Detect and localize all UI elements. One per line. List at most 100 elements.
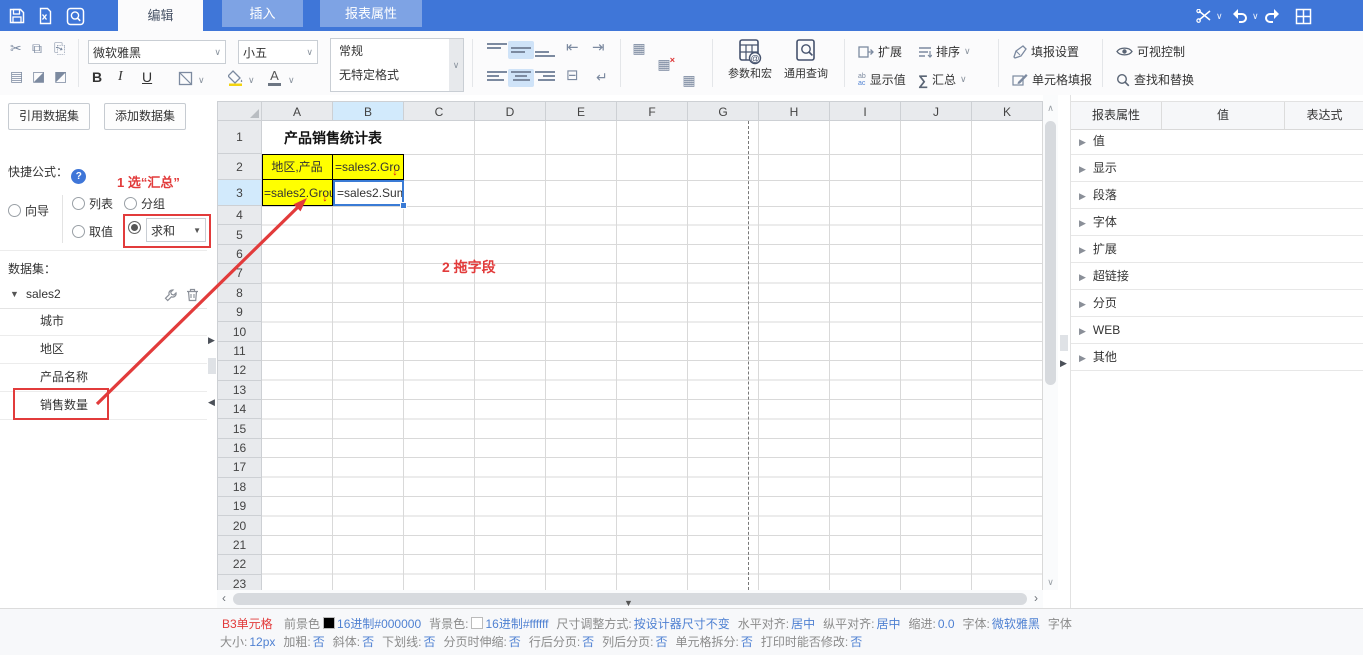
font-size-select[interactable]: 小五∨ (238, 40, 318, 64)
cell-A1-title[interactable]: 产品销售统计表 (262, 121, 404, 154)
save-button[interactable] (6, 5, 28, 27)
row-header-15[interactable]: 15 (217, 419, 262, 438)
row-header-22[interactable]: 22 (217, 555, 262, 574)
remove-row-icon[interactable]: ▦ (680, 72, 698, 88)
reference-dataset-button[interactable]: 引用数据集 (8, 103, 90, 130)
summary-button[interactable]: ∑ 汇总∨ (918, 71, 967, 88)
chevron-down-icon[interactable]: ∨ (288, 75, 295, 86)
add-dataset-button[interactable]: 添加数据集 (104, 103, 186, 130)
column-header-I[interactable]: I (830, 101, 901, 121)
tab-insert[interactable]: 插入 (222, 0, 303, 27)
vertical-scroll-thumb[interactable] (1045, 121, 1056, 385)
column-header-K[interactable]: K (972, 101, 1043, 121)
general-query-button[interactable]: 通用查询 (782, 39, 830, 81)
column-header-D[interactable]: D (475, 101, 546, 121)
export-excel-button[interactable] (34, 5, 56, 27)
cell-style-gallery[interactable]: 常规 无特定格式 ∨ (330, 38, 464, 92)
chevron-down-icon[interactable]: ∨ (1252, 11, 1259, 22)
cut-icon[interactable]: ✂ (10, 40, 22, 56)
visual-control-button[interactable]: 可视控制 (1116, 43, 1185, 60)
collapse-right-icon[interactable]: ▶ (208, 335, 215, 346)
column-header-A[interactable]: A (262, 101, 333, 121)
radio-summary[interactable] (128, 221, 145, 235)
paste-icon[interactable]: ⎘ (54, 40, 65, 56)
column-header-G[interactable]: G (688, 101, 759, 121)
column-header-F[interactable]: F (617, 101, 688, 121)
column-header-B[interactable]: B (333, 101, 404, 121)
cell-fill-button[interactable]: 单元格填报 (1012, 71, 1092, 88)
dataset-sales2-row[interactable]: ▼ sales2 (0, 282, 207, 309)
bold-button[interactable]: B (92, 69, 102, 85)
cell-B3-selected[interactable]: =sales2.Sum (333, 180, 404, 206)
column-header-H[interactable]: H (759, 101, 830, 121)
format-painter-icon[interactable]: ▤ (10, 68, 23, 84)
radio-value[interactable]: 取值 (72, 223, 113, 240)
property-section[interactable]: ▶其他 (1071, 344, 1363, 371)
font-name-select[interactable]: 微软雅黑∨ (88, 40, 226, 64)
gallery-scroll[interactable]: ∨ (449, 39, 463, 91)
undo-button[interactable] (1228, 5, 1250, 27)
fill-settings-button[interactable]: 填报设置 (1012, 43, 1079, 60)
valign-middle-button[interactable] (508, 41, 534, 59)
collapse-right-icon[interactable]: ▶ (1060, 358, 1067, 369)
row-header-11[interactable]: 11 (217, 342, 262, 361)
row-header-7[interactable]: 7 (217, 264, 262, 283)
property-section[interactable]: ▶超链接 (1071, 263, 1363, 290)
scroll-up-icon[interactable]: ∧ (1043, 101, 1058, 115)
left-splitter[interactable]: ▶ ◀ (207, 95, 217, 608)
switch-layout-button[interactable] (1292, 5, 1314, 27)
eraser-icon[interactable]: ◪ (32, 68, 45, 84)
column-header-C[interactable]: C (404, 101, 475, 121)
border-button[interactable] (178, 71, 193, 86)
italic-button[interactable]: I (118, 69, 123, 85)
halign-right-button[interactable] (532, 69, 558, 87)
selection-handle[interactable] (400, 202, 407, 209)
right-splitter[interactable]: ▶ (1058, 95, 1070, 608)
row-header-6[interactable]: 6 (217, 245, 262, 264)
property-section[interactable]: ▶分页 (1071, 290, 1363, 317)
scroll-right-icon[interactable]: › (1029, 590, 1043, 608)
row-header-17[interactable]: 17 (217, 458, 262, 477)
row-header-14[interactable]: 14 (217, 400, 262, 419)
property-section[interactable]: ▶段落 (1071, 182, 1363, 209)
dataset-field[interactable]: 地区 (0, 336, 207, 364)
halign-left-button[interactable] (484, 69, 510, 87)
sort-button[interactable]: 排序∨ (918, 43, 971, 60)
redo-button[interactable] (1262, 5, 1284, 27)
halign-center-button[interactable] (508, 69, 534, 87)
tab-edit[interactable]: 编辑 (118, 0, 203, 31)
column-header-E[interactable]: E (546, 101, 617, 121)
parameters-macros-button[interactable]: @ 参数和宏 (726, 39, 774, 81)
row-header-1[interactable]: 1 (217, 121, 262, 154)
dataset-field[interactable]: 产品名称 (0, 364, 207, 392)
property-section[interactable]: ▶值 (1071, 128, 1363, 155)
copy-icon[interactable]: ⧉ (32, 40, 42, 56)
wrap-text-icon[interactable]: ↵ (596, 69, 608, 85)
valign-bottom-button[interactable] (532, 41, 558, 59)
collapse-statusbar-icon[interactable]: ▼ (624, 598, 633, 608)
clear-format-icon[interactable]: ◩ (54, 68, 67, 84)
row-header-9[interactable]: 9 (217, 303, 262, 322)
row-header-12[interactable]: 12 (217, 361, 262, 380)
cell-grid[interactable]: 产品销售统计表 地区,产品 =sales2.Gro ↓ =sales2.Grou… (262, 121, 1043, 590)
font-color-button[interactable]: A (268, 69, 281, 86)
fill-color-button[interactable] (228, 69, 244, 86)
row-header-5[interactable]: 5 (217, 225, 262, 244)
chevron-down-icon[interactable]: ∨ (198, 75, 205, 86)
radio-group[interactable]: 分组 (124, 195, 165, 212)
cell-B2[interactable]: =sales2.Gro (333, 154, 404, 180)
cell-A3[interactable]: =sales2.Grou (262, 180, 333, 206)
wrench-icon[interactable] (164, 288, 178, 302)
merge-cells-icon[interactable]: ⊟ (566, 68, 579, 84)
row-header-21[interactable]: 21 (217, 536, 262, 555)
vertical-scrollbar[interactable]: ∧ ∨ (1043, 95, 1058, 590)
expand-button[interactable]: 扩展 (858, 43, 902, 60)
row-header-3[interactable]: 3 (217, 180, 262, 206)
select-all-corner[interactable] (217, 101, 262, 121)
trash-icon[interactable] (186, 288, 199, 302)
row-header-19[interactable]: 19 (217, 497, 262, 516)
splitter-handle[interactable] (1060, 335, 1068, 351)
collapse-left-icon[interactable]: ◀ (208, 397, 215, 408)
help-icon[interactable]: ? (71, 169, 86, 184)
cell-A2[interactable]: 地区,产品 (262, 154, 333, 180)
